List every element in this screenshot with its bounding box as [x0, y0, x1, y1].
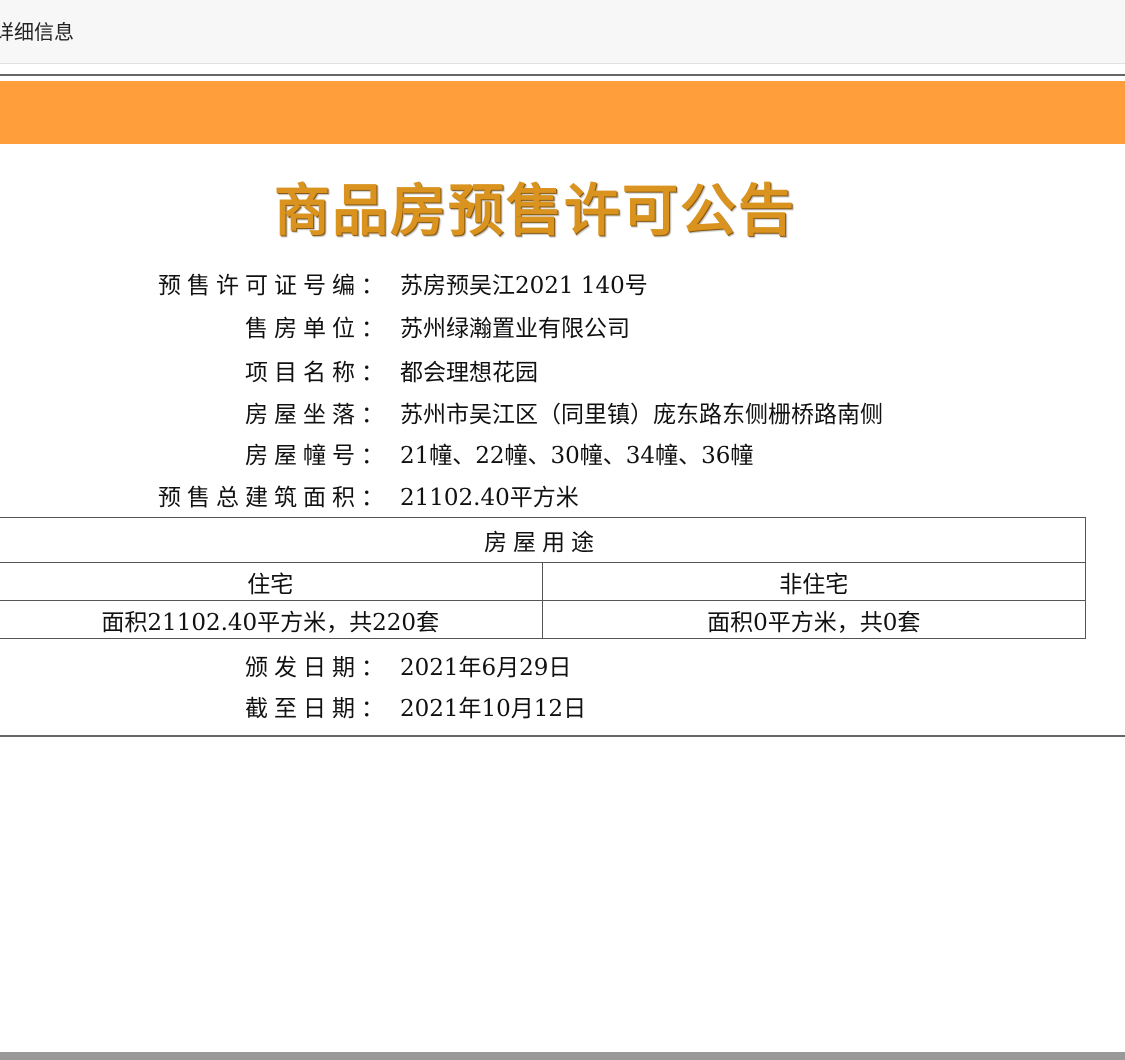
usage-table-row: 面积21102.40平方米，共220套 面积0平方米，共0套: [0, 600, 1086, 639]
field-value: 苏房预吴江2021 140号: [400, 273, 648, 299]
usage-table-header-row: 房屋用途: [0, 517, 1086, 563]
field-value: 苏州绿瀚置业有限公司: [400, 316, 630, 342]
field-seller: 售房单位： 苏州绿瀚置业有限公司: [0, 309, 1125, 349]
field-value: 2021年6月29日: [400, 655, 572, 681]
usage-table-column-row: 住宅 非住宅: [0, 562, 1086, 601]
field-building-numbers: 房屋幢号： 21幢、22幢、30幢、34幢、36幢: [0, 436, 1125, 476]
field-value: 21102.40平方米: [400, 485, 579, 511]
bottom-divider: [0, 735, 1125, 737]
notice-title: 商品房预售许可公告: [274, 178, 796, 244]
field-issue-date: 颁发日期： 2021年6月29日: [0, 648, 1125, 688]
field-value: 苏州市吴江区（同里镇）庞东路东侧栅桥路南侧: [400, 402, 883, 428]
field-permit-number: 预售许可证号编： 苏房预吴江2021 140号: [0, 266, 1125, 306]
field-value: 2021年10月12日: [400, 696, 587, 722]
top-divider: [0, 74, 1125, 76]
field-total-area: 预售总建筑面积： 21102.40平方米: [0, 478, 1125, 518]
field-label: 预售总建筑面积：: [158, 485, 390, 511]
field-label: 项目名称：: [245, 360, 390, 386]
field-label: 房屋幢号：: [245, 443, 390, 469]
column-non-residential: 非住宅: [541, 562, 1086, 601]
field-label: 颁发日期：: [245, 655, 390, 681]
orange-banner: [0, 81, 1125, 144]
field-value: 都会理想花园: [400, 360, 538, 386]
field-location: 房屋坐落： 苏州市吴江区（同里镇）庞东路东侧栅桥路南侧: [0, 395, 1125, 435]
top-bar: 详细信息: [0, 0, 1125, 64]
field-label: 预售许可证号编：: [158, 273, 390, 299]
field-value: 21幢、22幢、30幢、34幢、36幢: [400, 443, 754, 469]
usage-table: 房屋用途 住宅 非住宅 面积21102.40平方米，共220套 面积0平方米，共…: [0, 517, 1086, 639]
top-bar-title: 详细信息: [0, 20, 74, 44]
cell-residential-value: 面积21102.40平方米，共220套: [0, 600, 543, 639]
field-expiry-date: 截至日期： 2021年10月12日: [0, 689, 1125, 729]
column-residential: 住宅: [0, 562, 543, 601]
page: 详细信息 商品房预售许可公告 预售许可证号编： 苏房预吴江2021 140号 售…: [0, 0, 1125, 1060]
field-project-name: 项目名称： 都会理想花园: [0, 353, 1125, 393]
field-label: 截至日期：: [245, 696, 390, 722]
cell-non-residential-value: 面积0平方米，共0套: [541, 600, 1086, 639]
field-label: 房屋坐落：: [245, 402, 390, 428]
field-label: 售房单位：: [245, 316, 390, 342]
horizontal-scrollbar[interactable]: [0, 1052, 1125, 1060]
usage-table-header: 房屋用途: [0, 517, 1086, 563]
